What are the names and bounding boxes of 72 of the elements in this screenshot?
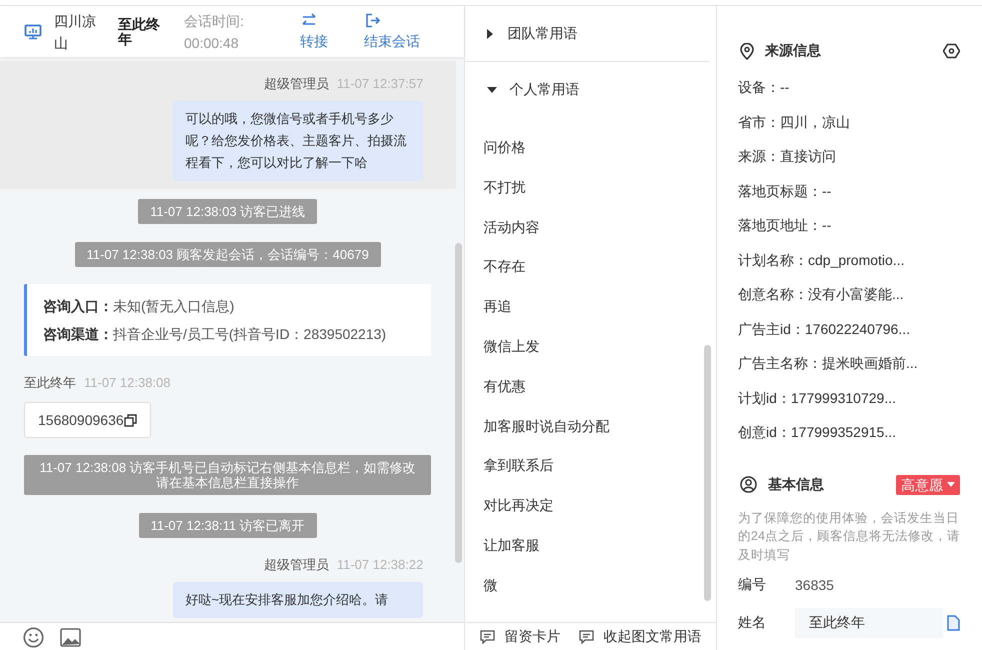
user-circle-icon: [740, 476, 757, 493]
phone-number: 15680909636: [38, 412, 124, 428]
info-field: 来源：直接访问: [738, 139, 960, 174]
info-field: 计划名称：cdp_promotio...: [738, 242, 960, 277]
sender-name: 至此终年: [24, 374, 76, 392]
sender-name: 超级管理员: [264, 556, 329, 574]
info-field: 设备：--: [738, 70, 960, 104]
info-field: 落地页地址：--: [738, 208, 960, 242]
scrollbar[interactable]: [455, 243, 462, 563]
document-icon[interactable]: [947, 615, 960, 631]
system-notice: 11-07 12:38:08 访客手机号已自动标记右侧基本信息栏，如需修改请在基本信息栏直接操作: [24, 455, 432, 495]
image-icon[interactable]: [60, 628, 81, 646]
message-bubble: 好哒~现在安排客服加您介绍哈。请: [173, 582, 424, 618]
swap-arrows-icon: [301, 13, 317, 28]
intent-tag-dropdown[interactable]: 高意愿: [896, 474, 960, 494]
footer-action-button[interactable]: 收起图文常用语: [578, 628, 702, 646]
expanded-caret-icon: [487, 87, 498, 93]
phrase-item[interactable]: 不打扰: [483, 168, 716, 208]
message-time: 11-07 12:38:22: [336, 556, 424, 574]
phrase-item[interactable]: 再追: [483, 287, 716, 327]
location-text: 四川凉山: [54, 12, 97, 52]
field-label: 姓名: [738, 614, 767, 632]
transfer-button[interactable]: 转接: [300, 11, 328, 52]
session-time: 00:00:48: [184, 34, 240, 52]
info-field: 广告主名称：提米映画婚前...: [738, 346, 960, 380]
phrase-group-header[interactable]: 个人常用语: [465, 62, 710, 118]
session-time-label: 会话时间:: [184, 12, 245, 30]
visitor-name: 至此终年: [118, 16, 161, 46]
phrase-item[interactable]: 加客服时说自动分配: [483, 406, 716, 446]
field-value: 36835: [795, 577, 834, 593]
scrollbar[interactable]: [704, 345, 711, 601]
exit-icon: [365, 13, 381, 28]
section-title: 基本信息: [768, 476, 825, 494]
settings-icon[interactable]: [943, 43, 960, 59]
section-title: 来源信息: [765, 42, 822, 60]
end-session-button[interactable]: 结束会话: [364, 11, 420, 52]
system-notice: 11-07 12:38:03 顾客发起会话，会话编号：40679: [74, 242, 381, 267]
emoji-icon[interactable]: [23, 626, 44, 648]
phrase-item[interactable]: 拿到联系后: [483, 446, 716, 486]
message-icon: [578, 630, 594, 644]
phrase-item[interactable]: 对比再决定: [483, 486, 716, 526]
message-icon: [480, 630, 495, 644]
message-bubble: 可以的哦，您微信号或者手机号多少呢？给您发价格表、主题客片、拍摄流程看下，您可以对比了解一下哈: [173, 101, 424, 181]
phrase-group-header[interactable]: 团队常用语: [465, 6, 710, 62]
info-field: 创意名称：没有小富婆能...: [738, 277, 960, 312]
monitor-icon: [24, 24, 42, 40]
info-field: 省市：四川，凉山: [738, 104, 960, 139]
system-notice: 11-07 12:38:03 访客已进线: [138, 199, 318, 224]
phrase-item[interactable]: 微信上发: [483, 326, 716, 367]
info-field: 创意id：177999352915...: [738, 415, 960, 450]
phrase-item[interactable]: 有优惠: [483, 366, 716, 407]
phrase-item[interactable]: 微: [483, 566, 716, 606]
info-field: 广告主id：176022240796...: [738, 312, 960, 346]
message-time: 11-07 12:38:08: [84, 374, 170, 392]
footer-action-button[interactable]: 留资卡片: [480, 628, 561, 646]
collapsed-caret-icon: [487, 28, 494, 38]
phrase-item[interactable]: 让加客服: [483, 526, 716, 566]
copy-icon: [124, 414, 137, 426]
system-notice: 11-07 12:38:11 访客已离开: [138, 513, 317, 538]
location-pin-icon: [740, 42, 754, 60]
entry-info-line: 咨询渠道：抖音企业号/员工号(抖音号ID：2839502213): [43, 325, 388, 344]
name-input-field[interactable]: 至此终年: [795, 608, 943, 638]
caret-icon: [947, 482, 955, 487]
phrase-item[interactable]: 不存在: [483, 247, 716, 288]
info-field: 落地页标题：--: [738, 174, 960, 208]
phrase-item[interactable]: 活动内容: [483, 208, 716, 248]
entry-info-line: 咨询入口：未知(暂无入口信息): [43, 297, 236, 316]
info-field: 计划id：177999310729...: [738, 380, 960, 415]
sender-name: 超级管理员: [264, 75, 329, 93]
field-label: 编号: [738, 576, 767, 594]
phrase-item[interactable]: 问价格: [483, 128, 716, 168]
hint-text: 为了保障您的使用体验，会话发生当日的24点之后，顾客信息将无法修改，请及时填写: [738, 510, 960, 564]
